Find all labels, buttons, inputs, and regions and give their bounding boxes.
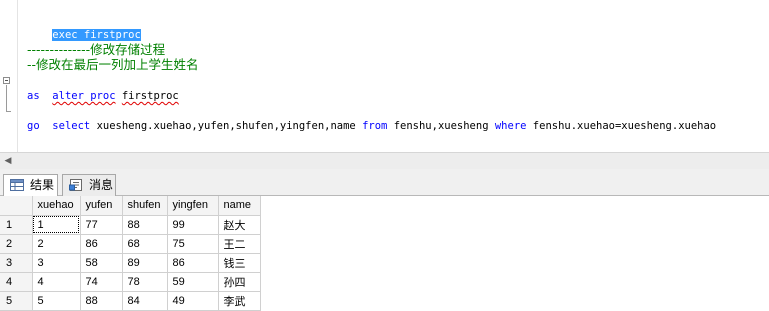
- cell-yingfen[interactable]: 86: [167, 253, 219, 273]
- row-number[interactable]: 4: [0, 272, 33, 292]
- grid-corner[interactable]: [0, 196, 33, 216]
- from-tables: fenshu,xuesheng: [393, 120, 489, 132]
- selected-exec-statement: exec firstproc: [52, 29, 141, 41]
- code-line-comment-1[interactable]: --------------修改存储过程: [27, 42, 165, 57]
- select-keyword: select: [52, 120, 91, 132]
- row-number[interactable]: 5: [0, 291, 33, 311]
- where-condition: fenshu.xuehao=xuesheng.xuehao: [532, 120, 717, 132]
- cell-shufen[interactable]: 89: [122, 253, 168, 273]
- scroll-left-icon[interactable]: ◀: [3, 156, 13, 166]
- where-keyword: where: [494, 120, 527, 132]
- outline-line: [6, 85, 7, 111]
- collapse-region-icon[interactable]: [3, 77, 10, 84]
- cell-shufen[interactable]: 84: [122, 291, 168, 311]
- cell-xuehao[interactable]: 3: [32, 253, 81, 273]
- cell-name[interactable]: 钱三: [218, 253, 261, 273]
- row-number[interactable]: 1: [0, 215, 33, 235]
- table-row: 1 1 77 88 99 赵大: [0, 215, 261, 235]
- cell-shufen[interactable]: 78: [122, 272, 168, 292]
- cell-yufen[interactable]: 88: [80, 291, 123, 311]
- cell-xuehao[interactable]: 2: [32, 234, 81, 254]
- column-header-xuehao[interactable]: xuehao: [32, 196, 81, 216]
- code-line-go[interactable]: go: [27, 119, 40, 134]
- cell-yingfen[interactable]: 49: [167, 291, 219, 311]
- message-icon: [69, 179, 82, 191]
- from-keyword: from: [362, 120, 388, 132]
- select-columns: xuesheng.xuehao,yufen,shufen,yingfen,nam…: [96, 120, 356, 132]
- proc-name: firstproc: [121, 90, 179, 102]
- alter-proc-keyword: alter proc: [52, 90, 116, 102]
- cell-yingfen[interactable]: 59: [167, 272, 219, 292]
- code-line-select[interactable]: select xuesheng.xuehao,yufen,shufen,ying…: [27, 104, 716, 132]
- cell-name[interactable]: 赵大: [218, 215, 261, 235]
- cell-name[interactable]: 孙四: [218, 272, 261, 292]
- tab-results[interactable]: 结果: [3, 174, 58, 197]
- table-row: 3 3 58 89 86 钱三: [0, 253, 261, 273]
- query-editor[interactable]: exec firstproc --------------修改存储过程 --修改…: [0, 0, 769, 152]
- tab-messages[interactable]: 消息: [62, 174, 116, 196]
- results-tab-strip: 结果 消息: [0, 169, 769, 197]
- table-row: 4 4 74 78 59 孙四: [0, 272, 261, 292]
- column-header-yingfen[interactable]: yingfen: [167, 196, 219, 216]
- code-line-alter[interactable]: alter proc firstproc: [27, 74, 178, 102]
- cell-shufen[interactable]: 88: [122, 215, 168, 235]
- header-row: xuehao yufen shufen yingfen name: [0, 196, 261, 216]
- cell-yingfen[interactable]: 75: [167, 234, 219, 254]
- row-number[interactable]: 3: [0, 253, 33, 273]
- code-line-comment-2[interactable]: --修改在最后一列加上学生姓名: [27, 57, 199, 72]
- column-header-name[interactable]: name: [218, 196, 261, 216]
- cell-xuehao[interactable]: 4: [32, 272, 81, 292]
- cell-yufen[interactable]: 86: [80, 234, 123, 254]
- cell-shufen[interactable]: 68: [122, 234, 168, 254]
- horizontal-scrollbar[interactable]: ◀: [0, 152, 769, 169]
- code-line-1[interactable]: exec firstproc: [27, 13, 141, 41]
- cell-yufen[interactable]: 77: [80, 215, 123, 235]
- editor-gutter: [0, 0, 18, 152]
- results-table: xuehao yufen shufen yingfen name 1 1 77 …: [0, 196, 261, 311]
- cell-name[interactable]: 李武: [218, 291, 261, 311]
- column-header-shufen[interactable]: shufen: [122, 196, 168, 216]
- cell-xuehao[interactable]: 1: [32, 215, 81, 235]
- cell-yufen[interactable]: 74: [80, 272, 123, 292]
- results-grid[interactable]: xuehao yufen shufen yingfen name 1 1 77 …: [0, 196, 769, 311]
- table-row: 2 2 86 68 75 王二: [0, 234, 261, 254]
- outline-end: [6, 111, 11, 112]
- cell-name[interactable]: 王二: [218, 234, 261, 254]
- table-row: 5 5 88 84 49 李武: [0, 291, 261, 311]
- cell-yufen[interactable]: 58: [80, 253, 123, 273]
- grid-icon: [10, 179, 24, 191]
- code-line-as[interactable]: as: [27, 89, 40, 104]
- tab-messages-label: 消息: [89, 178, 114, 192]
- row-number[interactable]: 2: [0, 234, 33, 254]
- tab-results-label: 结果: [30, 178, 55, 192]
- cell-xuehao[interactable]: 5: [32, 291, 81, 311]
- cell-yingfen[interactable]: 99: [167, 215, 219, 235]
- column-header-yufen[interactable]: yufen: [80, 196, 123, 216]
